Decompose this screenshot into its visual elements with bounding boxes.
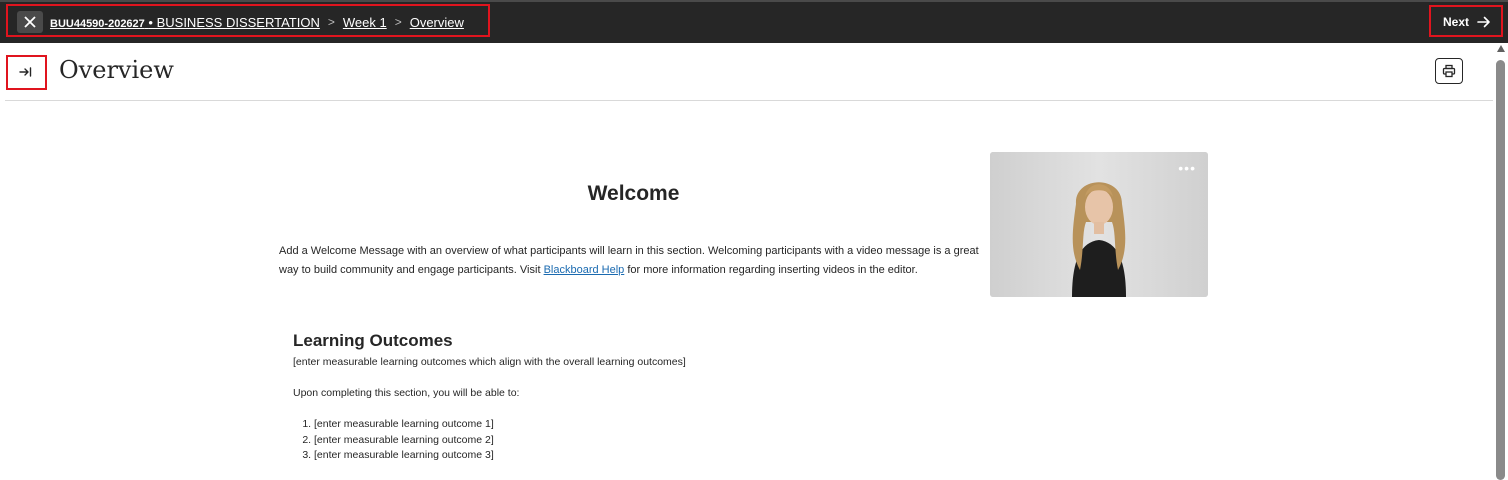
next-button[interactable]: Next bbox=[1443, 12, 1491, 32]
more-icon[interactable]: ••• bbox=[1178, 160, 1196, 176]
welcome-message: Add a Welcome Message with an overview o… bbox=[279, 242, 979, 280]
print-icon bbox=[1442, 64, 1456, 78]
scroll-up-arrow[interactable] bbox=[1497, 45, 1505, 52]
breadcrumb-current[interactable]: Overview bbox=[410, 15, 464, 30]
scrollbar-thumb[interactable] bbox=[1496, 60, 1505, 480]
list-item: [enter measurable learning outcome 3] bbox=[314, 448, 494, 464]
course-code: BUU44590-202627 bbox=[50, 17, 145, 30]
breadcrumb: BUU44590-202627 • BUSINESS DISSERTATION … bbox=[50, 12, 464, 32]
welcome-video[interactable]: ••• bbox=[990, 152, 1208, 297]
welcome-text-end: for more information regarding inserting… bbox=[624, 264, 918, 276]
next-label: Next bbox=[1443, 15, 1470, 29]
list-item: [enter measurable learning outcome 2] bbox=[314, 433, 494, 449]
list-item: [enter measurable learning outcome 1] bbox=[314, 417, 494, 433]
close-button[interactable] bbox=[17, 11, 43, 33]
breadcrumb-separator: > bbox=[327, 15, 335, 29]
learning-outcomes-list: [enter measurable learning outcome 1] [e… bbox=[293, 417, 494, 464]
expand-panel-icon bbox=[19, 67, 32, 77]
breadcrumb-separator: > bbox=[394, 15, 402, 29]
video-presenter-image bbox=[990, 152, 1208, 297]
print-button[interactable] bbox=[1435, 58, 1463, 84]
course-name: • BUSINESS DISSERTATION bbox=[148, 14, 320, 30]
learning-outcomes-heading: Learning Outcomes bbox=[293, 331, 453, 350]
page-title: Overview bbox=[59, 56, 174, 84]
close-icon bbox=[24, 16, 36, 28]
breadcrumb-week[interactable]: Week 1 bbox=[343, 15, 387, 30]
welcome-heading: Welcome bbox=[587, 182, 680, 205]
learning-outcomes-intro: Upon completing this section, you will b… bbox=[293, 387, 520, 399]
learning-outcomes-note: [enter measurable learning outcomes whic… bbox=[293, 356, 686, 368]
blackboard-help-link[interactable]: Blackboard Help bbox=[544, 264, 625, 276]
expand-panel-button[interactable] bbox=[18, 64, 34, 80]
title-divider bbox=[5, 100, 1493, 101]
breadcrumb-course[interactable]: BUU44590-202627 • BUSINESS DISSERTATION bbox=[50, 15, 320, 30]
arrow-right-icon bbox=[1477, 16, 1490, 28]
topbar-edge bbox=[0, 0, 1508, 2]
